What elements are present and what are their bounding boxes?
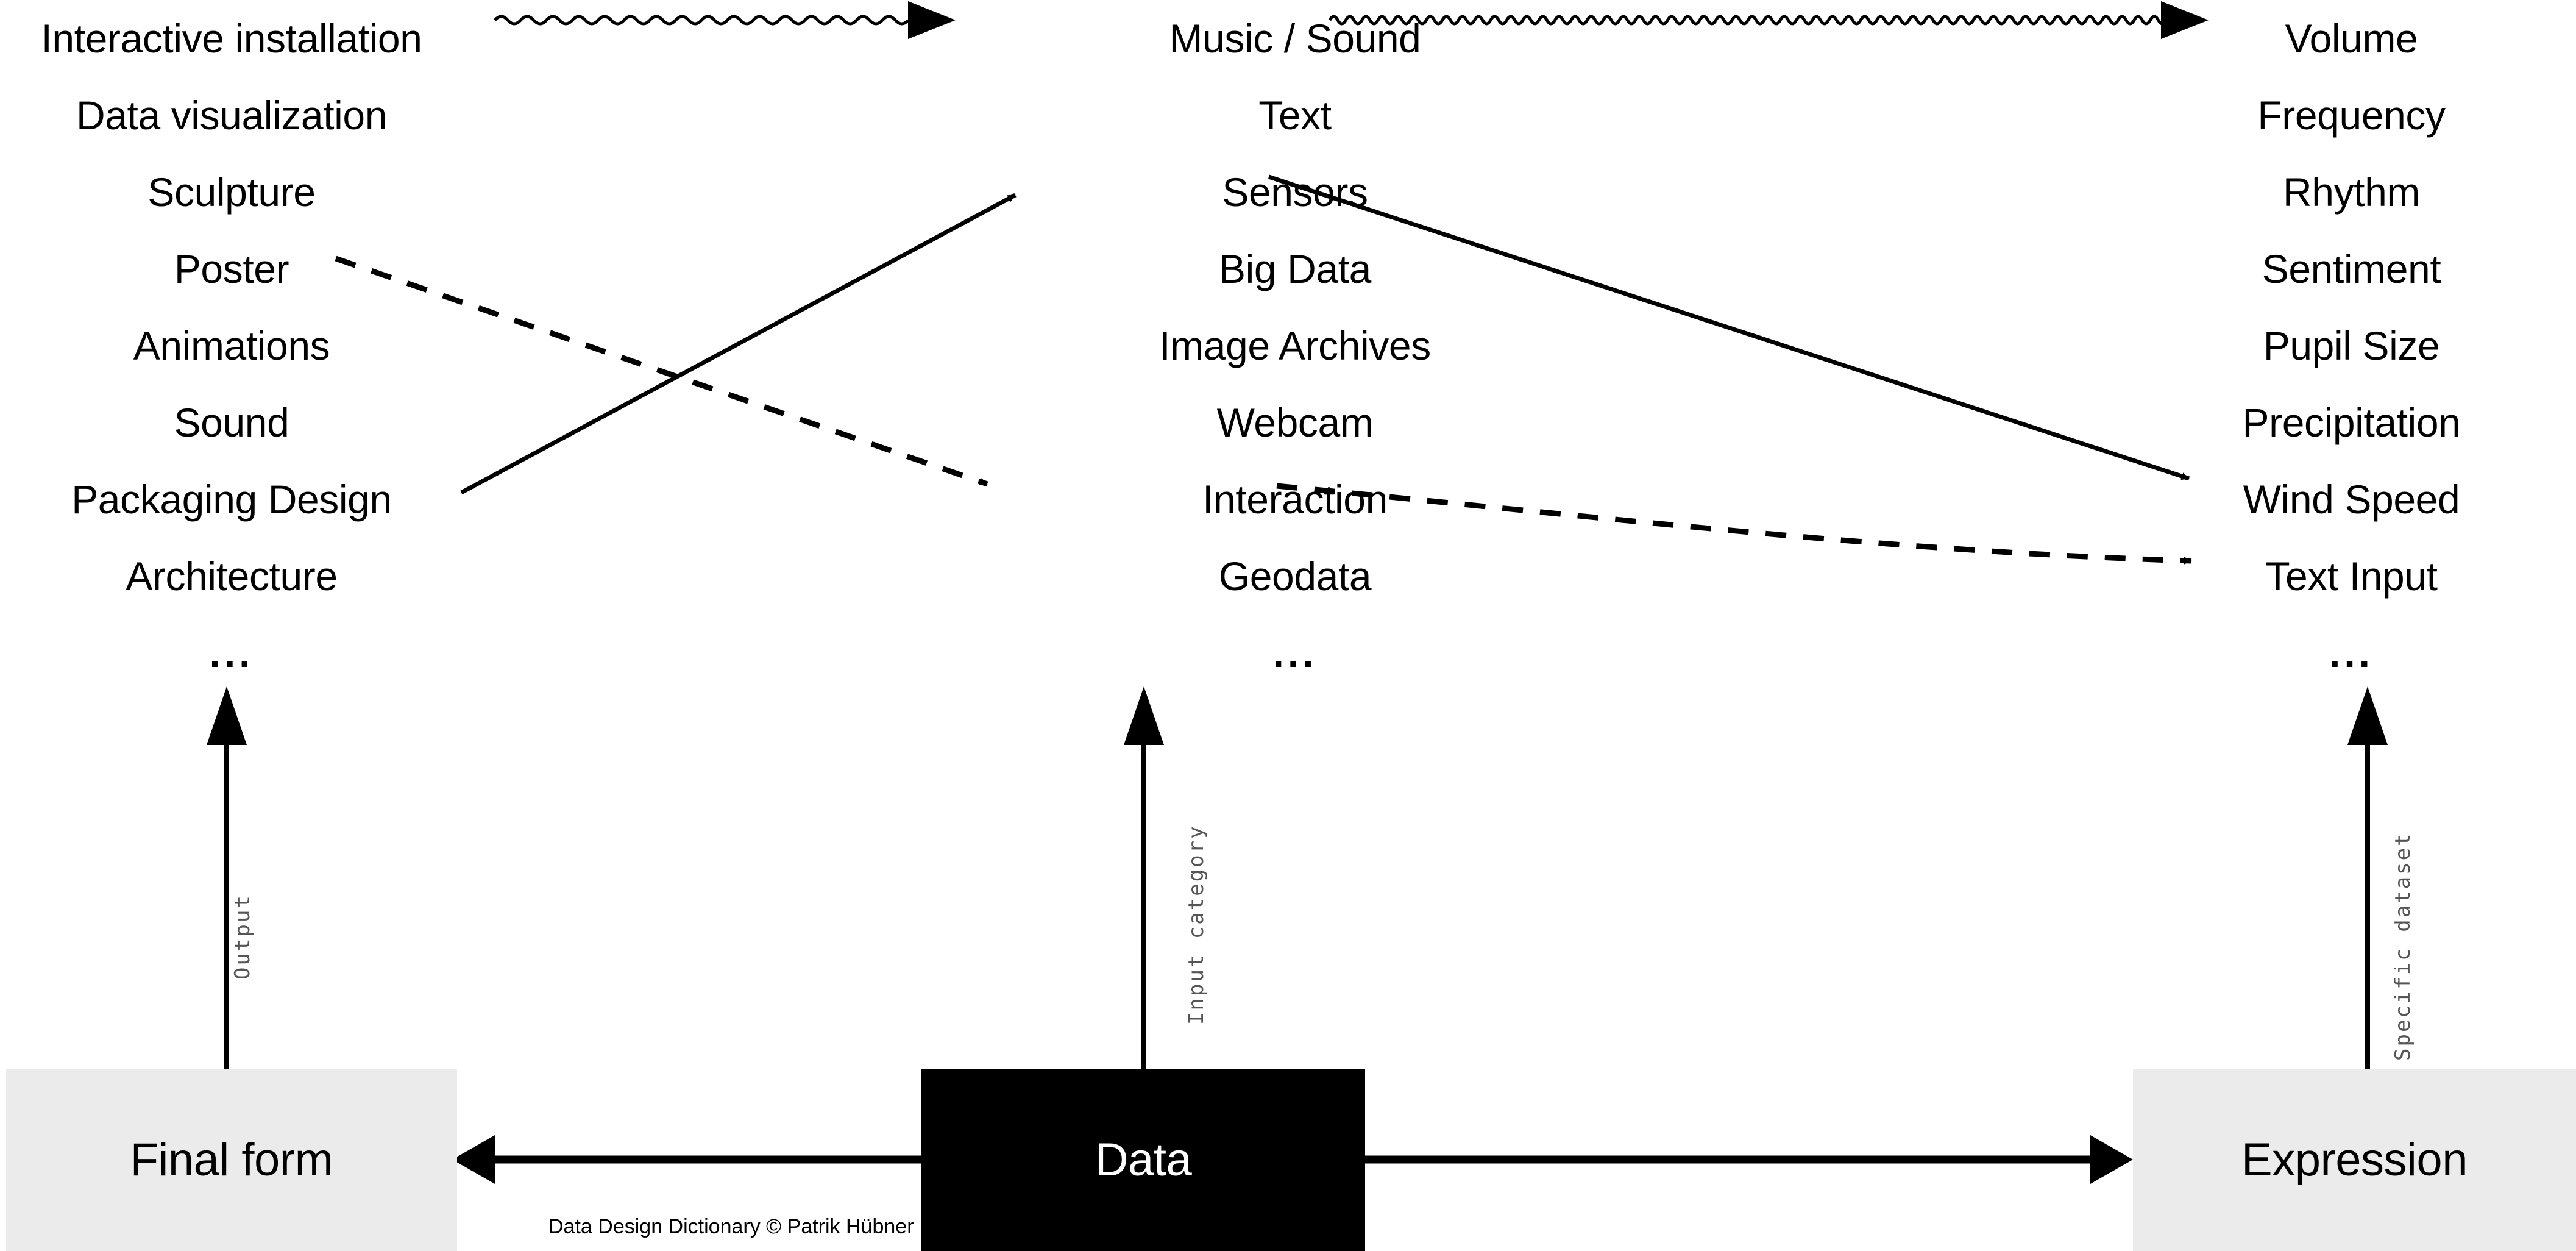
dataset-item-frequency[interactable]: Frequency <box>2257 77 2446 154</box>
dataset-item-precipitation[interactable]: Precipitation <box>2243 384 2461 461</box>
diagram-canvas: Interactive installation Data visualizat… <box>0 0 2576 1251</box>
dataset-item-wind-speed[interactable]: Wind Speed <box>2243 461 2460 538</box>
output-item-architecture[interactable]: Architecture <box>126 538 338 615</box>
data-box[interactable]: Data <box>921 1069 1365 1251</box>
output-item-animations[interactable]: Animations <box>133 307 330 384</box>
input-item-sensors[interactable]: Sensors <box>1222 154 1368 230</box>
arrow-data-upward <box>1124 686 1164 1070</box>
input-item-webcam[interactable]: Webcam <box>1217 384 1374 461</box>
specific-dataset-column: Volume Frequency Rhythm Sentiment Pupil … <box>2127 0 2576 691</box>
arrow-data-to-final-form <box>452 1135 921 1184</box>
arrow-final-form-upward <box>207 686 247 1070</box>
credit-line-copyright: Data Design Dictionary © Patrik Hübner <box>548 1215 914 1238</box>
output-item-sculpture[interactable]: Sculpture <box>147 154 316 230</box>
input-item-music-sound[interactable]: Music / Sound <box>1169 0 1421 77</box>
credit-block: Data Design Dictionary © Patrik Hübner w… <box>548 1186 914 1251</box>
wavy-arrow-left-to-middle <box>494 1 956 39</box>
output-item-sound[interactable]: Sound <box>174 384 289 461</box>
dataset-item-text-input[interactable]: Text Input <box>2265 538 2438 615</box>
arrow-data-to-expression <box>1365 1135 2133 1184</box>
axis-caption-specific-dataset: Specific dataset <box>2391 832 2415 1061</box>
dataset-ellipsis: ... <box>2329 630 2374 675</box>
final-form-label: Final form <box>130 1134 333 1186</box>
output-column: Interactive installation Data visualizat… <box>0 0 463 691</box>
arrow-expression-upward <box>2347 686 2388 1070</box>
input-item-geodata[interactable]: Geodata <box>1219 538 1372 615</box>
axis-caption-input-category: Input category <box>1184 824 1208 1025</box>
final-form-box[interactable]: Final form <box>6 1069 457 1251</box>
dataset-item-rhythm[interactable]: Rhythm <box>2283 154 2420 230</box>
output-item-poster[interactable]: Poster <box>174 230 289 307</box>
output-ellipsis: ... <box>209 630 254 675</box>
input-ellipsis: ... <box>1272 630 1318 675</box>
output-item-data-visualization[interactable]: Data visualization <box>76 77 387 154</box>
output-item-interactive-installation[interactable]: Interactive installation <box>41 0 422 77</box>
input-item-image-archives[interactable]: Image Archives <box>1159 307 1431 384</box>
dataset-item-sentiment[interactable]: Sentiment <box>2262 230 2441 307</box>
axis-caption-output: Output <box>230 894 255 980</box>
data-label: Data <box>1095 1134 1192 1186</box>
expression-label: Expression <box>2241 1134 2468 1186</box>
expression-box[interactable]: Expression <box>2133 1069 2576 1251</box>
input-item-big-data[interactable]: Big Data <box>1219 230 1371 307</box>
input-category-column: Music / Sound Text Sensors Big Data Imag… <box>914 0 1676 691</box>
input-item-interaction[interactable]: Interaction <box>1202 461 1388 538</box>
dataset-item-volume[interactable]: Volume <box>2285 0 2418 77</box>
dataset-item-pupil-size[interactable]: Pupil Size <box>2263 307 2440 384</box>
output-item-packaging-design[interactable]: Packaging Design <box>71 461 392 538</box>
input-item-text[interactable]: Text <box>1258 77 1332 154</box>
